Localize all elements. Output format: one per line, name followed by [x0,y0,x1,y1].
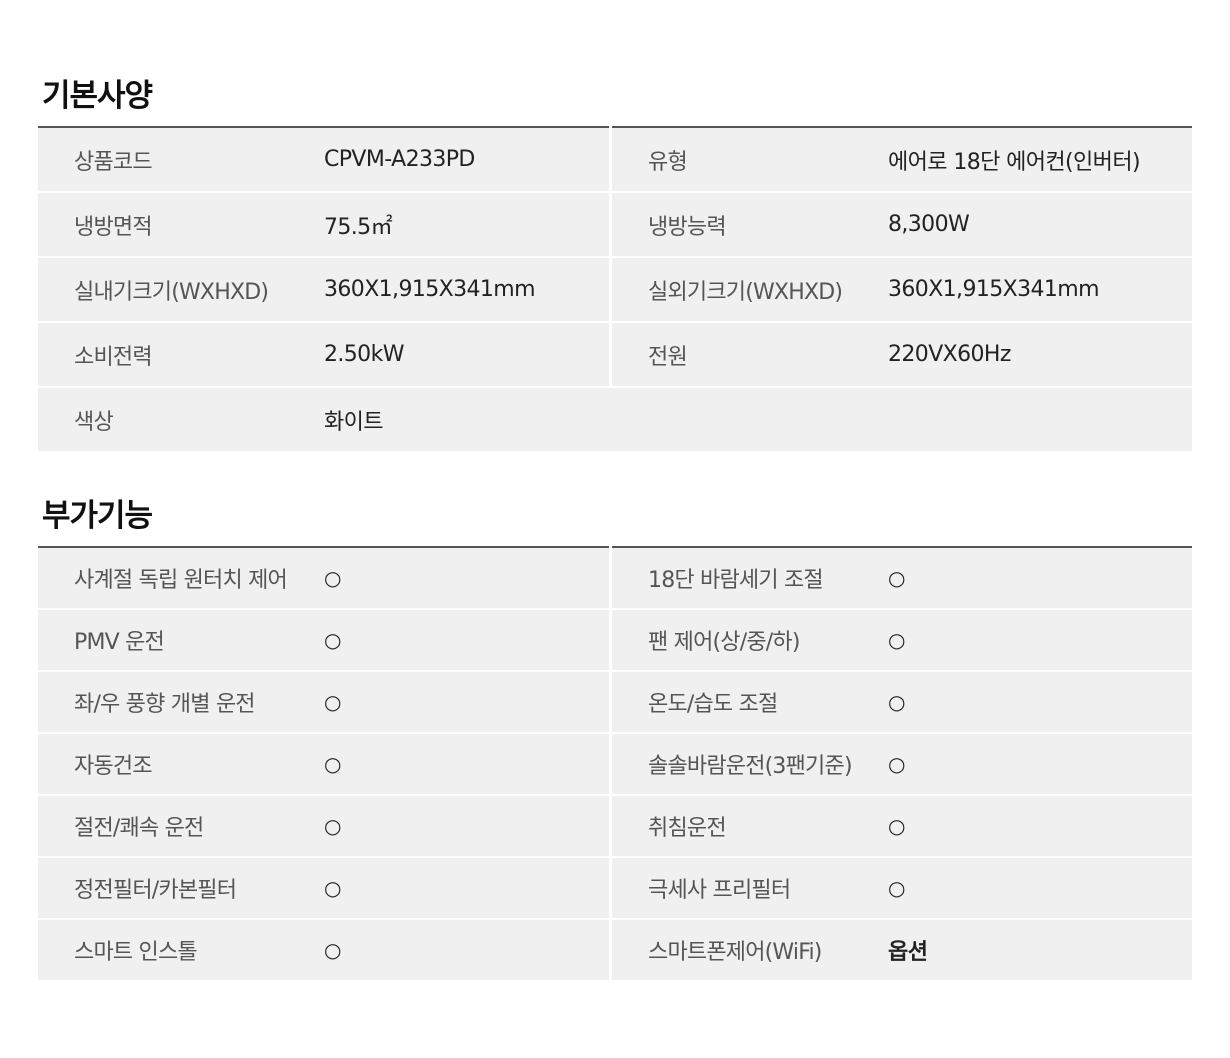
table-row: 스마트 인스톨 ○ 스마트폰제어(WiFi) 옵션 [38,920,1192,980]
table-row: 사계절 독립 원터치 제어 ○ 18단 바람세기 조절 ○ [38,548,1192,610]
extra-features-section: 부가기능 사계절 독립 원터치 제어 ○ 18단 바람세기 조절 ○ PMV 운전 ○… [38,496,1192,980]
feature-label: 극세사 프리필터 [648,878,791,903]
table-row: 냉방면적 75.5㎡ 냉방능력 8,300W [38,193,1192,258]
spec-value: 에어로 18단 에어컨(인버터) [888,149,1141,175]
table-row: 절전/쾌속 운전 ○ 취침운전 ○ [38,796,1192,858]
table-row: 정전필터/카본필터 ○ 극세사 프리필터 ○ [38,858,1192,920]
basic-spec-title: 기본사양 [42,78,153,114]
table-row: 자동건조 ○ 솔솔바람운전(3팬기준) ○ [38,734,1192,796]
feature-available-mark: ○ [888,752,905,776]
feature-label: PMV 운전 [74,630,165,655]
spec-label: 실외기크기(WXHXD) [648,279,843,305]
spec-page: 기본사양 상품코드 CPVM-A233PD 유형 에어로 18단 에어컨(인버터) … [0,0,1230,1058]
feature-label: 자동건조 [74,754,153,779]
spec-label: 냉방능력 [648,214,727,240]
feature-label: 솔솔바람운전(3팬기준) [648,754,853,779]
spec-value: 2.50kW [324,342,404,367]
spec-label: 전원 [648,344,688,370]
feature-label: 취침운전 [648,816,727,841]
feature-label: 18단 바람세기 조절 [648,568,824,593]
feature-label: 절전/쾌속 운전 [74,816,204,841]
feature-label: 스마트폰제어(WiFi) [648,940,822,965]
feature-available-mark: ○ [324,814,341,838]
spec-value: 8,300W [888,212,970,237]
feature-option-text: 옵션 [888,940,928,965]
feature-label: 좌/우 풍향 개별 운전 [74,692,256,717]
spec-value: 360X1,915X341mm [324,277,536,302]
spec-label: 색상 [74,409,114,435]
table-row: 상품코드 CPVM-A233PD 유형 에어로 18단 에어컨(인버터) [38,128,1192,193]
feature-available-mark: ○ [324,876,341,900]
feature-label: 팬 제어(상/중/하) [648,630,800,655]
feature-available-mark: ○ [324,752,341,776]
basic-spec-section: 기본사양 상품코드 CPVM-A233PD 유형 에어로 18단 에어컨(인버터) … [38,76,1192,451]
feature-available-mark: ○ [888,566,905,590]
table-row: 색상 화이트 [38,388,1192,451]
feature-label: 사계절 독립 원터치 제어 [74,568,288,593]
feature-available-mark: ○ [888,628,905,652]
spec-label: 소비전력 [74,344,153,370]
feature-available-mark: ○ [324,566,341,590]
spec-label: 유형 [648,149,688,175]
feature-label: 스마트 인스톨 [74,940,198,965]
spec-label: 상품코드 [74,149,153,175]
table-row: 소비전력 2.50kW 전원 220VX60Hz [38,323,1192,388]
spec-label: 실내기크기(WXHXD) [74,279,269,305]
spec-label: 냉방면적 [74,214,153,240]
feature-label: 정전필터/카본필터 [74,878,237,903]
spec-value: 화이트 [324,409,384,435]
spec-value: 360X1,915X341mm [888,277,1100,302]
feature-available-mark: ○ [888,690,905,714]
table-row: 좌/우 풍향 개별 운전 ○ 온도/습도 조절 ○ [38,672,1192,734]
spec-value: 220VX60Hz [888,342,1011,367]
extra-features-title: 부가기능 [42,498,153,534]
feature-available-mark: ○ [888,876,905,900]
feature-available-mark: ○ [888,814,905,838]
feature-label: 온도/습도 조절 [648,692,778,717]
spec-value: CPVM-A233PD [324,147,475,172]
feature-available-mark: ○ [324,628,341,652]
table-row: 실내기크기(WXHXD) 360X1,915X341mm 실외기크기(WXHXD)… [38,258,1192,323]
table-row: PMV 운전 ○ 팬 제어(상/중/하) ○ [38,610,1192,672]
extra-features-table: 사계절 독립 원터치 제어 ○ 18단 바람세기 조절 ○ PMV 운전 ○ 팬 제어… [38,546,1192,980]
spec-value: 75.5㎡ [324,214,393,240]
basic-spec-table: 상품코드 CPVM-A233PD 유형 에어로 18단 에어컨(인버터) 냉방면적 7… [38,126,1192,451]
feature-available-mark: ○ [324,690,341,714]
feature-available-mark: ○ [324,938,341,962]
